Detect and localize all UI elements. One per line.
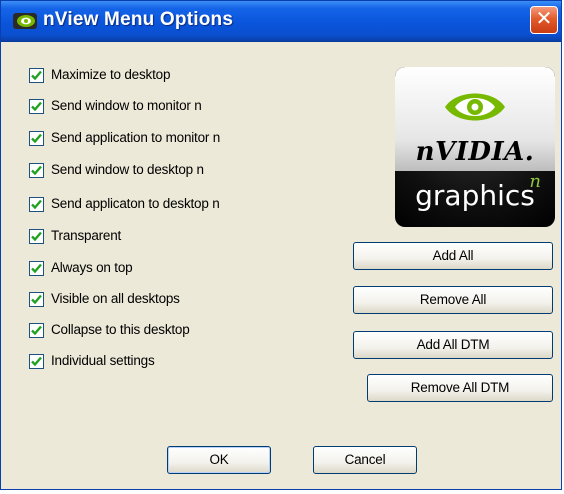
title-bar[interactable]: nView Menu Options ✕ bbox=[1, 1, 561, 42]
remove-all-dtm-button[interactable]: Remove All DTM bbox=[367, 374, 553, 402]
close-button[interactable]: ✕ bbox=[530, 6, 558, 34]
checkmark-icon bbox=[31, 263, 42, 274]
checkmark-icon bbox=[31, 325, 42, 336]
nvidia-eye-icon bbox=[445, 93, 505, 121]
checkmark-icon bbox=[31, 231, 42, 242]
nvidia-app-icon bbox=[13, 12, 37, 30]
option-label: Transparent bbox=[51, 228, 122, 243]
option-label: Individual settings bbox=[51, 353, 155, 368]
checkbox[interactable] bbox=[29, 354, 44, 369]
checkmark-icon bbox=[31, 294, 42, 305]
checkbox[interactable] bbox=[29, 197, 44, 212]
checkbox[interactable] bbox=[29, 292, 44, 307]
option-label: Send applicaton to desktop n bbox=[51, 196, 220, 211]
option-label: Send application to monitor n bbox=[51, 130, 221, 145]
ok-button[interactable]: OK bbox=[167, 446, 271, 474]
option-label: Send window to desktop n bbox=[51, 162, 204, 177]
cancel-button[interactable]: Cancel bbox=[313, 446, 417, 474]
option-label: Always on top bbox=[51, 260, 133, 275]
option-label: Collapse to this desktop bbox=[51, 322, 190, 337]
checkmark-icon bbox=[31, 133, 42, 144]
nview-dialog: nView Menu Options ✕ Maximize to desktop… bbox=[0, 0, 562, 490]
nvidia-graphics-logo: nVIDIA. graphics n bbox=[395, 67, 555, 227]
checkbox[interactable] bbox=[29, 261, 44, 276]
checkmark-icon bbox=[31, 199, 42, 210]
logo-top-panel: nVIDIA. bbox=[395, 67, 555, 171]
logo-superscript: n bbox=[529, 171, 541, 192]
checkbox[interactable] bbox=[29, 99, 44, 114]
option-label: Visible on all desktops bbox=[51, 291, 180, 306]
logo-brand-text: nVIDIA. bbox=[415, 137, 535, 167]
option-label: Maximize to desktop bbox=[51, 67, 171, 82]
checkmark-icon bbox=[31, 70, 42, 81]
checkmark-icon bbox=[31, 165, 42, 176]
add-all-button[interactable]: Add All bbox=[353, 242, 553, 270]
add-all-dtm-button[interactable]: Add All DTM bbox=[353, 331, 553, 359]
checkbox[interactable] bbox=[29, 229, 44, 244]
checkbox[interactable] bbox=[29, 323, 44, 338]
option-label: Send window to monitor n bbox=[51, 98, 202, 113]
remove-all-button[interactable]: Remove All bbox=[353, 286, 553, 314]
checkmark-icon bbox=[31, 101, 42, 112]
window-title: nView Menu Options bbox=[43, 9, 234, 30]
checkmark-icon bbox=[31, 356, 42, 367]
checkbox[interactable] bbox=[29, 131, 44, 146]
close-icon: ✕ bbox=[535, 8, 553, 30]
checkbox[interactable] bbox=[29, 163, 44, 178]
checkbox[interactable] bbox=[29, 68, 44, 83]
